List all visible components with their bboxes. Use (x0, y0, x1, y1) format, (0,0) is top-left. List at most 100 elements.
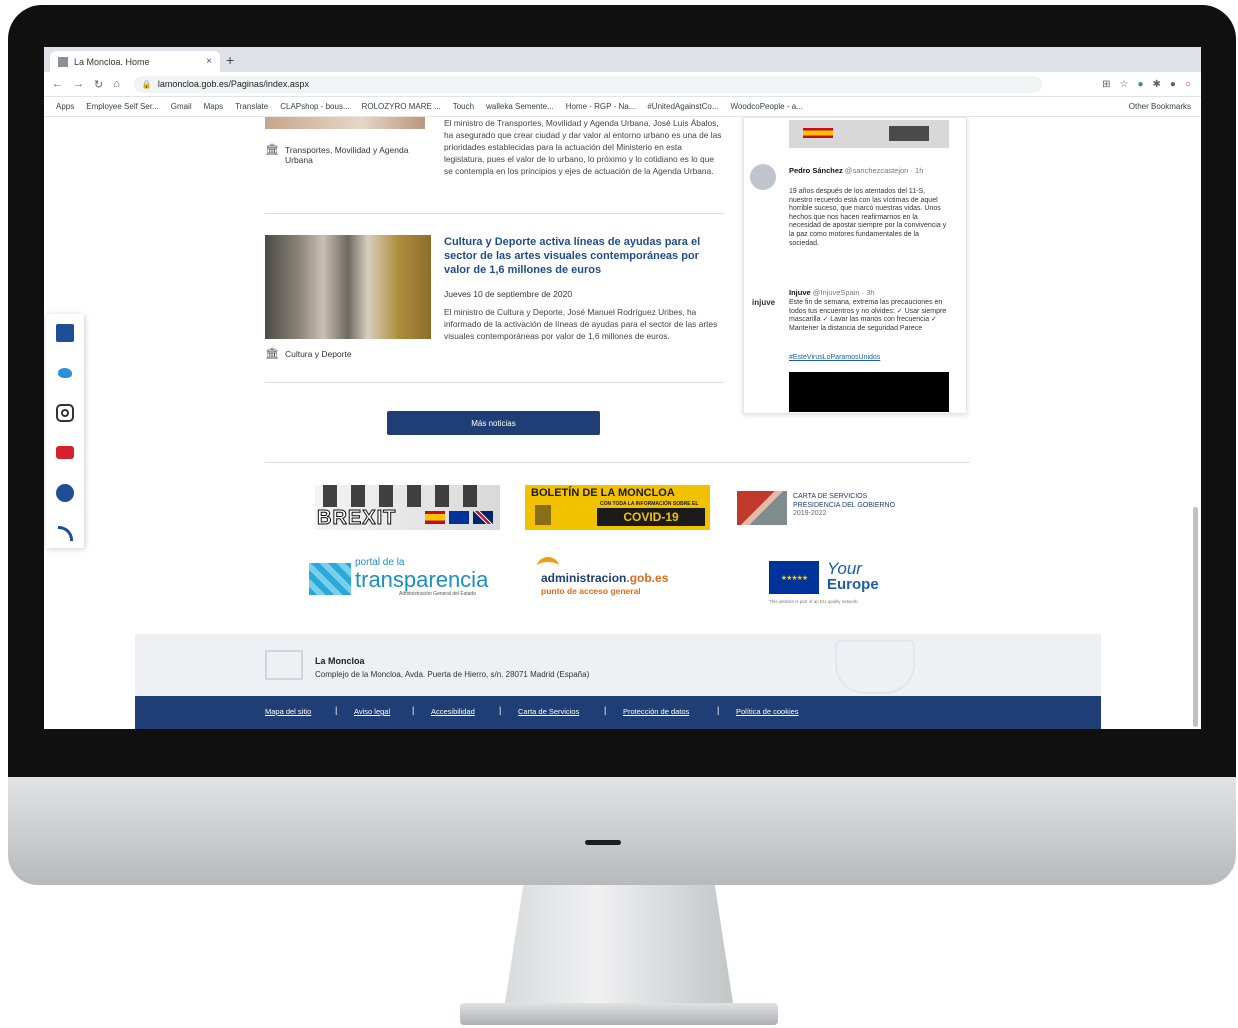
profile-icon[interactable]: ● (1170, 79, 1176, 90)
bookmark-item[interactable]: Apps (56, 102, 74, 111)
monitor-chin (8, 777, 1236, 885)
article-image[interactable] (265, 235, 431, 339)
facebook-icon[interactable] (56, 324, 74, 342)
carta-servicios-banner[interactable]: CARTA DE SERVICIOS PRESIDENCIA DEL GOBIE… (737, 489, 927, 529)
monitor-stand-base (460, 1003, 778, 1025)
rss-icon[interactable] (56, 524, 74, 542)
tweet-image-detail (889, 126, 929, 141)
flickr-icon[interactable] (56, 484, 74, 502)
bookmarks-bar: Apps Employee Self Ser... Gmail Maps Tra… (44, 97, 1201, 117)
separator: | (335, 705, 338, 715)
favicon-icon (58, 56, 68, 67)
site-footer: La Moncloa Complejo de la Moncloa, Avda.… (135, 634, 1101, 696)
footer-link-accessibility[interactable]: Accesibilidad (431, 707, 475, 716)
other-bookmarks[interactable]: Other Bookmarks (1129, 102, 1191, 111)
tweet-video[interactable] (789, 372, 949, 412)
spain-flag (425, 511, 445, 524)
bookmark-item[interactable]: Translate (235, 102, 268, 111)
footer-links-bar: Mapa del sitio | Aviso legal | Accesibil… (135, 696, 1101, 729)
eu-note: This website is part of an EU quality ne… (769, 599, 858, 604)
scrollbar[interactable] (1193, 507, 1198, 727)
building-icon: 🏛 (265, 348, 279, 360)
article-summary: El ministro de Transportes, Movilidad y … (444, 118, 722, 176)
bookmark-item[interactable]: Employee Self Ser... (86, 102, 158, 111)
bookmark-item[interactable]: walleka Semente... (486, 102, 554, 111)
separator: | (499, 705, 502, 715)
footer-link-services[interactable]: Carta de Servicios (518, 707, 579, 716)
opera-icon[interactable]: ○ (1185, 79, 1191, 90)
puzzle-icon[interactable]: ✱ (1153, 79, 1161, 90)
transparencia-main: transparencia (355, 567, 489, 592)
injuve-avatar[interactable]: injuve (752, 298, 775, 307)
people-silhouettes (323, 485, 483, 507)
carta-text: CARTA DE SERVICIOS PRESIDENCIA DEL GOBIE… (793, 493, 896, 517)
youtube-icon[interactable] (56, 446, 74, 459)
extension-icon[interactable]: ● (1137, 79, 1143, 90)
bookmark-item[interactable]: Home - RGP - Na... (566, 102, 636, 111)
more-news-button[interactable]: Más noticias (387, 411, 600, 435)
browser-tab[interactable]: La Moncloa. Home × (50, 51, 220, 72)
transparencia-banner[interactable]: portal de la transparencia Administració… (309, 557, 509, 599)
bookmark-item[interactable]: Maps (204, 102, 224, 111)
bookmark-item[interactable]: Touch (453, 102, 474, 111)
coat-of-arms-icon (535, 505, 551, 525)
instagram-icon[interactable] (56, 404, 74, 422)
your-europe-banner[interactable]: ★★★★★ Your Europe This website is part o… (769, 559, 899, 605)
twitter-icon[interactable] (56, 364, 74, 382)
main-content: El ministro de Transportes, Movilidad y … (135, 117, 1101, 729)
tweet-image[interactable] (789, 120, 949, 148)
tweet-text: Este fin de semana, extrema las precauci… (789, 299, 947, 332)
twitter-timeline: Pedro Sánchez @sanchezcastejon · 1h 19 a… (743, 117, 967, 414)
reload-icon[interactable]: ↻ (94, 78, 103, 91)
divider (265, 462, 970, 463)
address-bar[interactable]: 🔒 lamoncloa.gob.es/Paginas/index.aspx (133, 75, 1042, 93)
back-icon[interactable]: ← (52, 78, 63, 91)
brexit-banner[interactable]: BREXIT (315, 485, 500, 530)
web-page: El ministro de Transportes, Movilidad y … (44, 117, 1201, 729)
bookmark-item[interactable]: Gmail (171, 102, 192, 111)
monitor-logo-slot (585, 840, 621, 845)
screen: La Moncloa. Home × + ← → ↻ ⌂ 🔒 lamoncloa… (44, 47, 1201, 729)
article-image[interactable] (265, 117, 425, 129)
transparencia-sub: Administración General del Estado (399, 591, 476, 597)
article-headline[interactable]: Cultura y Deporte activa líneas de ayuda… (444, 235, 722, 277)
forward-icon[interactable]: → (73, 78, 84, 91)
divider (265, 382, 724, 383)
footer-link-privacy[interactable]: Protección de datos (623, 707, 689, 716)
footer-link-legal[interactable]: Aviso legal (354, 707, 390, 716)
bookmark-item[interactable]: WoodcoPeople - a... (731, 102, 803, 111)
admin-main: administracion.gob.es (541, 571, 669, 585)
footer-name: La Moncloa (315, 656, 365, 666)
tweet-author[interactable]: Pedro Sánchez @sanchezcastejon · 1h (789, 166, 923, 175)
transparencia-logo-icon (309, 563, 351, 595)
footer-link-sitemap[interactable]: Mapa del sitio (265, 707, 311, 716)
moncloa-logo-icon (265, 650, 303, 680)
boletin-title: BOLETÍN DE LA MONCLOA (531, 487, 675, 499)
lock-icon: 🔒 (141, 79, 152, 89)
tweet-author[interactable]: Injuve @InjuveSpain · 3h (789, 288, 875, 297)
bookmark-item[interactable]: CLAPshop - bous... (280, 102, 349, 111)
admin-sub: punto de acceso general (541, 586, 641, 596)
avatar[interactable] (750, 164, 776, 190)
boletin-covid-banner[interactable]: BOLETÍN DE LA MONCLOA CON TODA LA INFORM… (525, 485, 710, 530)
tab-close-button[interactable]: × (206, 56, 212, 67)
browser-tabbar: La Moncloa. Home × + (44, 47, 1201, 72)
tab-title: La Moncloa. Home (74, 56, 150, 67)
bookmark-item[interactable]: #UnitedAgainstCo... (647, 102, 718, 111)
article-category[interactable]: 🏛 Transportes, Movilidad y Agenda Urbana (265, 144, 425, 166)
article-category[interactable]: 🏛 Cultura y Deporte (265, 349, 352, 360)
bookmark-item[interactable]: ROLOZYRO MARE ... (362, 102, 441, 111)
new-tab-button[interactable]: + (226, 52, 234, 68)
administracion-banner[interactable]: administracion.gob.es punto de acceso ge… (537, 557, 707, 599)
brexit-label: BREXIT (316, 507, 397, 530)
separator: | (604, 705, 607, 715)
home-icon[interactable]: ⌂ (113, 78, 120, 91)
building-icon: 🏛 (265, 144, 279, 156)
footer-link-cookies[interactable]: Política de cookies (736, 707, 799, 716)
star-icon[interactable]: ☆ (1120, 79, 1129, 90)
separator: | (412, 705, 415, 715)
spain-flag (803, 128, 833, 138)
tweet-hashtag[interactable]: #EsteVirusLoParamosUnidos (789, 354, 949, 363)
monitor-stand (505, 885, 733, 1003)
translate-icon[interactable]: ⊞ (1102, 79, 1110, 90)
